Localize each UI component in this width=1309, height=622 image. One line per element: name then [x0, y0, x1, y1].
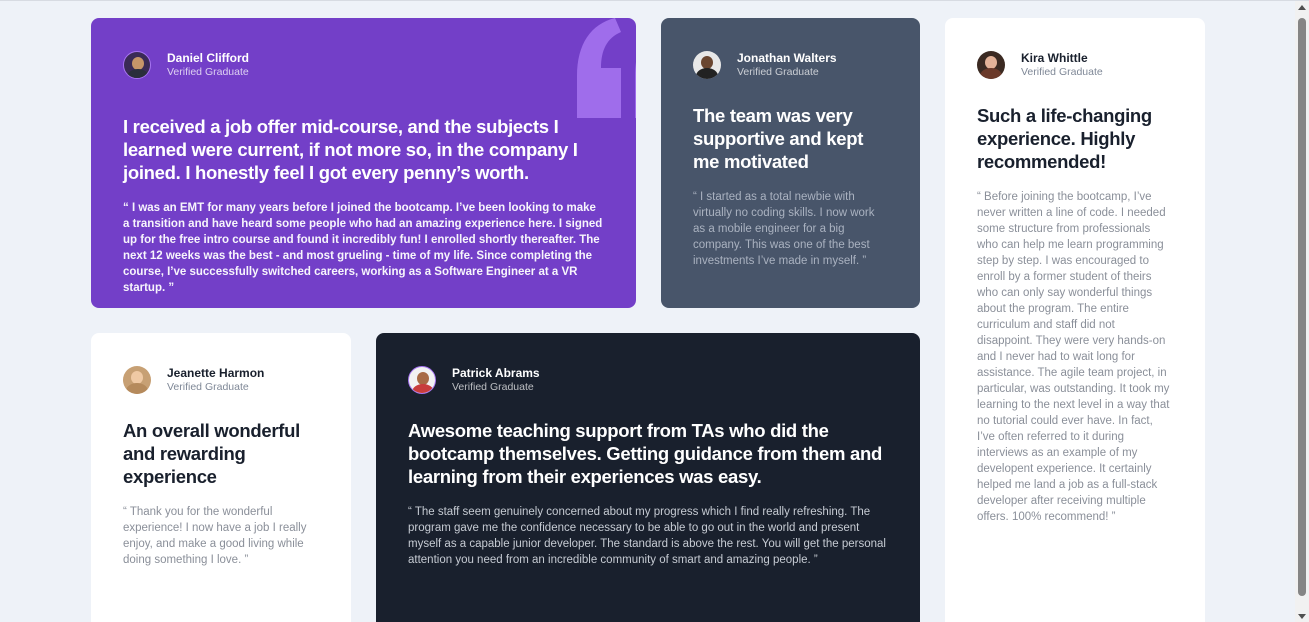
testimonial-quote: “ Before joining the bootcamp, I’ve neve…	[977, 191, 1170, 523]
avatar	[408, 365, 436, 394]
vertical-scrollbar[interactable]	[1295, 1, 1309, 622]
testimonial-card-kira: Kira Whittle Verified Graduate Such a li…	[945, 18, 1205, 622]
author-name: Kira Whittle	[1021, 50, 1088, 65]
profile: Daniel Clifford Verified Graduate	[123, 50, 604, 79]
avatar	[977, 50, 1005, 79]
profile: Jeanette Harmon Verified Graduate	[123, 365, 319, 394]
profile-text: Patrick Abrams Verified Graduate	[452, 366, 540, 394]
testimonial-headline: The team was very supportive and kept me…	[693, 105, 864, 172]
testimonial-quote: “ I started as a total newbie with virtu…	[693, 191, 875, 267]
profile-text: Kira Whittle Verified Graduate	[1021, 51, 1103, 79]
profile-text: Daniel Clifford Verified Graduate	[167, 51, 249, 79]
testimonial-headline: Such a life-changing experience. Highly …	[977, 105, 1152, 172]
profile-text: Jeanette Harmon Verified Graduate	[167, 366, 264, 394]
profile: Kira Whittle Verified Graduate	[977, 50, 1173, 79]
author-status: Verified Graduate	[167, 380, 249, 393]
testimonial-headline: Awesome teaching support from TAs who di…	[408, 420, 883, 487]
author-name: Patrick Abrams	[452, 365, 540, 380]
avatar	[693, 50, 721, 79]
testimonial-card-patrick: Patrick Abrams Verified Graduate Awesome…	[376, 333, 920, 622]
testimonial-card-jeanette: Jeanette Harmon Verified Graduate An ove…	[91, 333, 351, 622]
testimonial-quote: “ Thank you for the wonderful experience…	[123, 506, 307, 566]
testimonial-card-jonathan: Jonathan Walters Verified Graduate The t…	[661, 18, 920, 308]
author-status: Verified Graduate	[1021, 65, 1103, 78]
testimonial-headline: I received a job offer mid-course, and t…	[123, 116, 578, 183]
scroll-down-icon[interactable]	[1298, 614, 1306, 619]
avatar	[123, 365, 151, 394]
author-name: Daniel Clifford	[167, 50, 250, 65]
testimonial-quote: “ The staff seem genuinely concerned abo…	[408, 506, 886, 566]
scrollbar-thumb[interactable]	[1298, 18, 1306, 596]
profile-text: Jonathan Walters Verified Graduate	[737, 51, 837, 79]
author-status: Verified Graduate	[167, 65, 249, 78]
testimonial-quote: “ I was an EMT for many years before I j…	[123, 202, 603, 294]
testimonial-card-daniel: Daniel Clifford Verified Graduate I rece…	[91, 18, 636, 308]
scroll-up-icon[interactable]	[1298, 5, 1306, 10]
avatar	[123, 50, 151, 79]
author-status: Verified Graduate	[737, 65, 819, 78]
author-name: Jeanette Harmon	[167, 365, 265, 380]
testimonial-headline: An overall wonderful and rewarding exper…	[123, 420, 300, 487]
profile: Patrick Abrams Verified Graduate	[408, 365, 888, 394]
author-status: Verified Graduate	[452, 380, 534, 393]
profile: Jonathan Walters Verified Graduate	[693, 50, 888, 79]
author-name: Jonathan Walters	[737, 50, 837, 65]
